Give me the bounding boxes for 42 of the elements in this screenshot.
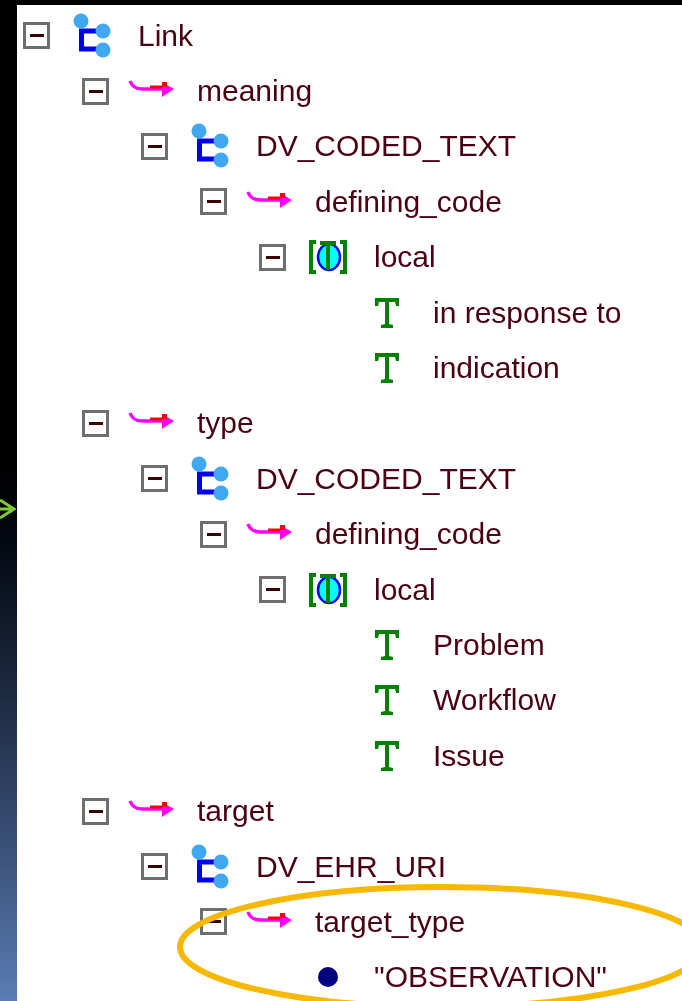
t-icon	[374, 629, 400, 661]
collapse-toggle[interactable]	[200, 520, 227, 548]
t-icon	[374, 684, 400, 717]
collapse-toggle[interactable]	[82, 77, 109, 105]
class-icon	[73, 12, 111, 59]
t-icon	[374, 739, 400, 772]
class-icon	[191, 455, 229, 502]
node-label[interactable]: target	[197, 796, 274, 827]
collapse-toggle[interactable]	[200, 188, 227, 216]
node-label[interactable]: DV_CODED_TEXT	[256, 131, 517, 162]
collapse-toggle[interactable]	[259, 576, 286, 604]
class-icon	[191, 843, 229, 890]
node-label[interactable]: local	[374, 574, 436, 605]
collapse-toggle[interactable]	[141, 465, 168, 493]
node-label[interactable]: type	[197, 408, 254, 439]
node-label[interactable]: "OBSERVATION"	[374, 962, 607, 993]
collapse-toggle[interactable]	[259, 243, 286, 271]
node-label[interactable]: indication	[433, 353, 560, 384]
collapse-toggle[interactable]	[141, 132, 168, 160]
arrow-icon	[0, 498, 16, 520]
t-icon	[374, 296, 400, 329]
node-label[interactable]: in response to	[433, 297, 622, 328]
constraint-icon	[308, 572, 348, 607]
collapse-toggle[interactable]	[82, 797, 109, 825]
collapse-toggle[interactable]	[23, 22, 50, 50]
collapse-toggle[interactable]	[82, 409, 109, 437]
node-label[interactable]: defining_code	[315, 519, 502, 550]
node-label[interactable]: local	[374, 242, 436, 273]
constraint-icon	[308, 240, 348, 275]
collapse-toggle[interactable]	[141, 853, 168, 881]
node-label[interactable]: DV_EHR_URI	[256, 851, 447, 882]
node-label[interactable]: meaning	[197, 76, 313, 107]
node-label[interactable]: Problem	[433, 630, 545, 660]
node-label[interactable]: defining_code	[315, 186, 502, 217]
node-label[interactable]: Issue	[433, 740, 505, 771]
node-label[interactable]: Link	[138, 20, 194, 51]
node-label[interactable]: target_type	[315, 906, 466, 937]
dot-icon	[317, 966, 339, 989]
t-icon	[374, 352, 400, 385]
class-icon	[191, 123, 229, 170]
node-label[interactable]: Workflow	[433, 685, 556, 716]
node-label[interactable]: DV_CODED_TEXT	[256, 463, 517, 494]
